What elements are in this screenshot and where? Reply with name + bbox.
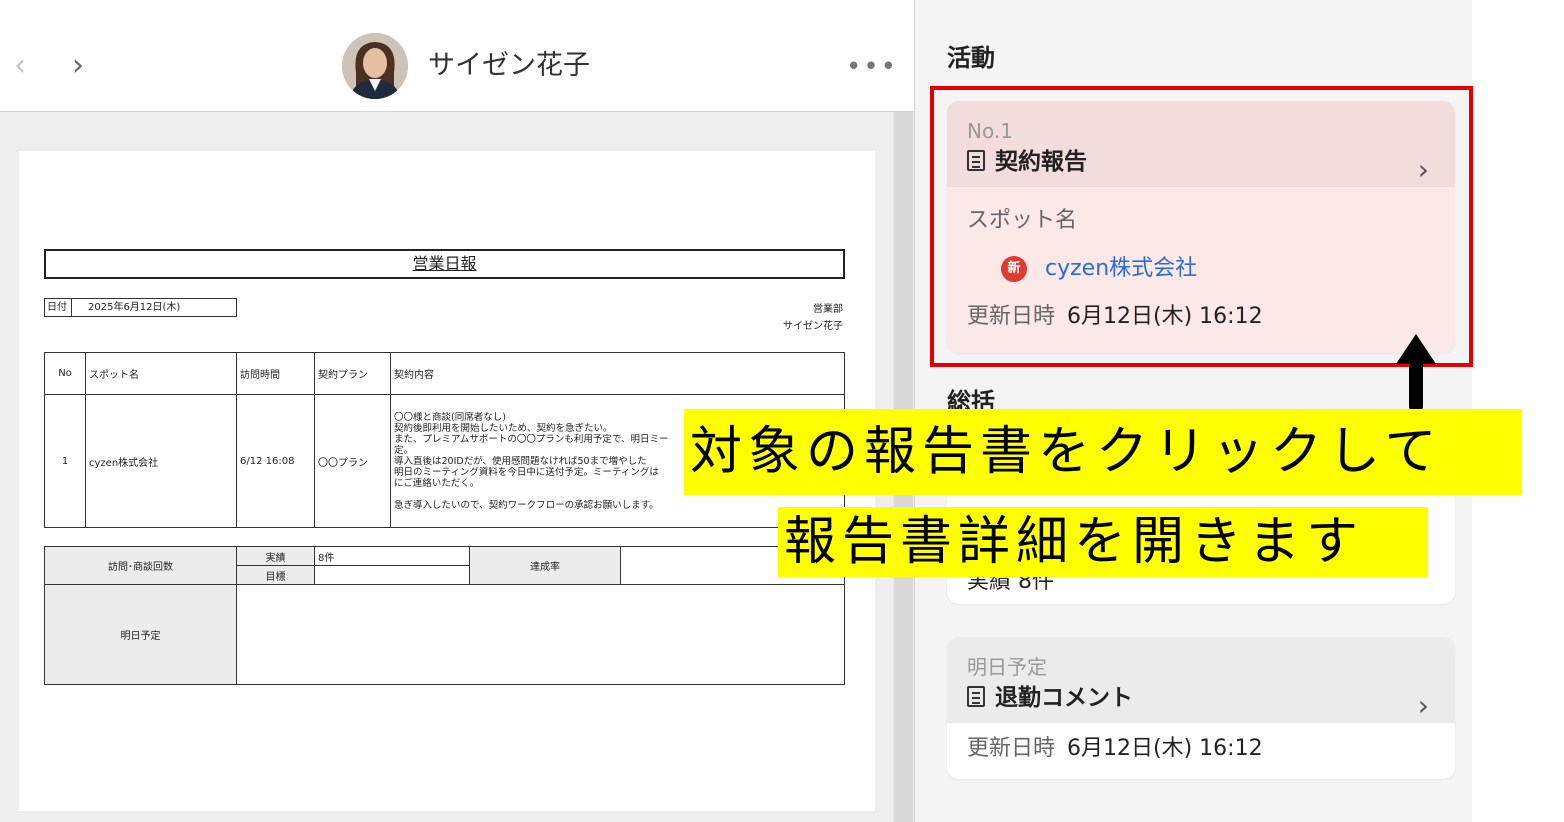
document-title: 営業日報: [44, 249, 845, 279]
cell-time: 6/12 16:08: [236, 394, 315, 528]
column-header: 契約内容: [390, 352, 845, 395]
cell-no: 1: [44, 394, 86, 528]
chevron-right-icon[interactable]: ›: [1418, 689, 1429, 722]
column-header: 契約プラン: [314, 352, 391, 395]
summary-table: 訪問･商談回数 実績 8件 達成率 目標 明日予定: [44, 546, 845, 685]
column-header: No: [44, 352, 86, 395]
card-category: 明日予定: [967, 655, 1047, 679]
date-label: 日付: [47, 302, 67, 313]
author: サイゼン花子: [783, 321, 843, 332]
column-header: スポット名: [85, 352, 237, 395]
actual-label: 実績: [236, 546, 315, 566]
arrow-shaft: [1409, 360, 1423, 410]
next-arrow-icon[interactable]: ›: [72, 46, 84, 86]
visits-label: 訪問･商談回数: [44, 546, 237, 585]
cell-plan: 〇〇プラン: [314, 394, 391, 528]
report-card-tomorrow[interactable]: 明日予定 退勤コメント › 更新日時 6月12日(木) 16:12: [947, 637, 1455, 779]
updated-label: 更新日時: [967, 736, 1056, 761]
highlight-box: [930, 86, 1473, 367]
cell-spot: cyzen株式会社: [85, 394, 237, 528]
rate-label: 達成率: [469, 546, 621, 585]
prev-arrow-icon[interactable]: ‹: [14, 46, 26, 86]
avatar: [342, 33, 408, 99]
updated-value: 6月12日(木) 16:12: [1067, 736, 1263, 761]
callout-line-1: 対象の報告書をクリックして: [684, 409, 1522, 495]
activity-title: 活動: [947, 44, 995, 72]
column-header: 訪問時間: [236, 352, 315, 395]
user-name: サイゼン花子: [428, 50, 590, 81]
department-block: 営業部 サイゼン花子: [783, 301, 843, 335]
report-name: 退勤コメント: [995, 685, 1133, 711]
actual-value: 8件: [314, 546, 470, 566]
more-options-icon[interactable]: •••: [846, 52, 898, 82]
department: 営業部: [813, 304, 843, 315]
date-field: 日付 2025年6月12日(木): [44, 298, 237, 317]
tomorrow-label: 明日予定: [44, 584, 237, 685]
target-label: 目標: [236, 565, 315, 585]
callout-line-2: 報告書詳細を開きます: [778, 507, 1428, 577]
document-icon: [967, 686, 985, 707]
report-header: ‹ › サイゼン花子 •••: [0, 0, 914, 112]
date-value: 2025年6月12日(木): [88, 302, 181, 313]
